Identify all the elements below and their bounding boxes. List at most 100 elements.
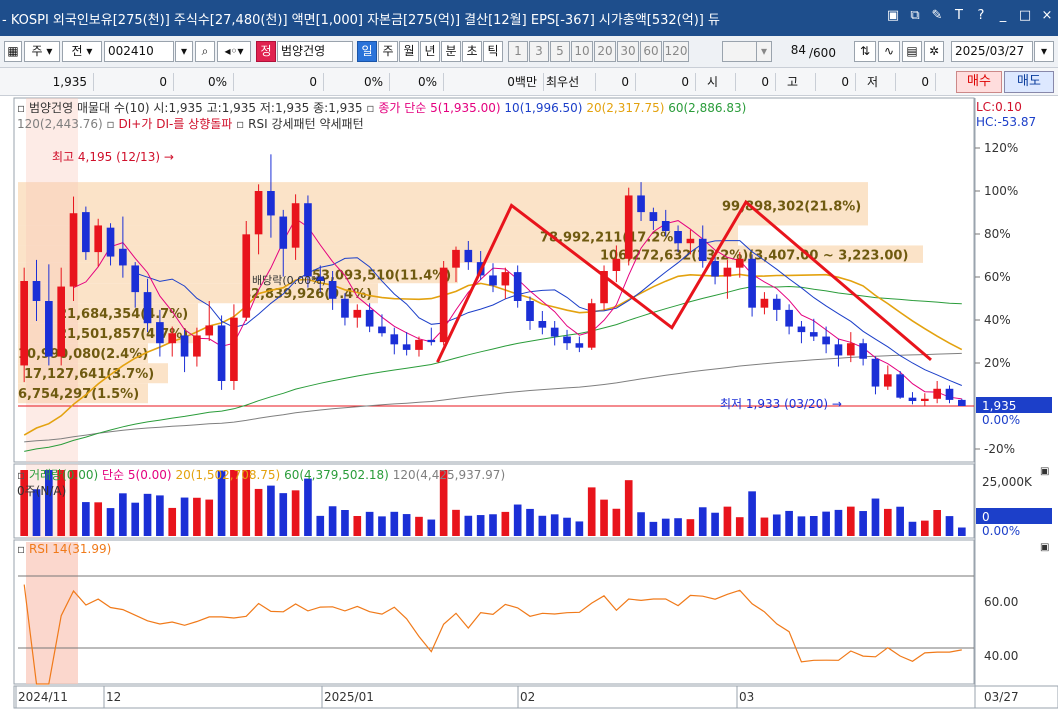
- volume-bar: [291, 490, 300, 536]
- sell-button[interactable]: 매도: [1004, 71, 1054, 93]
- font-icon[interactable]: T: [952, 8, 966, 23]
- prev-select[interactable]: 전 ▾: [62, 41, 102, 62]
- layout-icon[interactable]: ▣: [886, 8, 900, 23]
- period-tab-3[interactable]: 년: [420, 41, 440, 62]
- window-icon[interactable]: ⧉: [908, 8, 922, 23]
- volume-bar: [785, 510, 793, 536]
- candle-body: [834, 344, 843, 356]
- volume-legend: ▫ 거래량(0.00) 단순 5(0.00) 20(1,502,708.75) …: [17, 466, 505, 483]
- panel-close-icon[interactable]: ▣: [1040, 466, 1049, 477]
- volume-bar: [834, 509, 843, 536]
- candle-body: [193, 335, 201, 357]
- draw-icon[interactable]: ∿: [878, 41, 900, 62]
- volume-bar: [390, 511, 399, 536]
- volume-bar: [464, 515, 473, 536]
- volume-bar: [513, 504, 522, 536]
- search-icon[interactable]: ⌕: [195, 41, 215, 62]
- interval-tab-3[interactable]: 10: [571, 41, 593, 62]
- legend-marker: ▫: [236, 117, 245, 131]
- signal-di-legend: DI+가 DI-를 상향돌파: [118, 117, 233, 131]
- interval-tab-2[interactable]: 5: [550, 41, 570, 62]
- candle-body: [254, 191, 263, 235]
- candle-body: [94, 225, 103, 253]
- interval-tab-0[interactable]: 1: [508, 41, 528, 62]
- mode-select[interactable]: 주 ▾: [24, 41, 60, 62]
- date-label: 12: [106, 690, 121, 704]
- panel-close-icon[interactable]: ▣: [1040, 542, 1049, 553]
- volume-bar: [82, 502, 90, 536]
- volume-bar: [131, 502, 140, 536]
- candle-body: [785, 309, 793, 327]
- rsi-axis-tick: 40.00: [984, 649, 1018, 663]
- period-tab-0[interactable]: 일: [357, 41, 377, 62]
- candle-body: [57, 286, 66, 357]
- interval-tab-5[interactable]: 30: [617, 41, 639, 62]
- candle-body: [341, 298, 349, 318]
- high-value: 0: [816, 73, 856, 91]
- close-icon[interactable]: ×: [1040, 8, 1054, 23]
- open-value: 0: [736, 73, 776, 91]
- volume-unit: 0주(N/A): [17, 484, 67, 498]
- indicator-icon[interactable]: ⇅: [854, 41, 876, 62]
- volume-bar: [304, 478, 312, 536]
- stock-name[interactable]: 범양건영: [277, 41, 353, 62]
- chart-area[interactable]: 99,898,302(21.8%) 78,992,211(17.2%) 106,27…: [0, 96, 1058, 713]
- candle-body: [637, 195, 645, 213]
- period-tab-5[interactable]: 초: [462, 41, 482, 62]
- candle-body: [698, 238, 707, 261]
- period-tab-6[interactable]: 틱: [483, 41, 503, 62]
- period-tab-2[interactable]: 월: [399, 41, 419, 62]
- save-icon[interactable]: ▤: [902, 41, 922, 62]
- interval-tab-4[interactable]: 20: [594, 41, 616, 62]
- candle-body: [427, 339, 436, 343]
- pct-2: 0%: [390, 73, 444, 91]
- sound-icon[interactable]: ◂◦▾: [217, 41, 251, 62]
- dividend-annotation: 배당락(0.00%): [252, 274, 326, 287]
- stock-code-input[interactable]: 002410: [104, 41, 174, 62]
- volume-bar: [624, 480, 633, 536]
- volume-current-pct: 0.00%: [982, 524, 1020, 538]
- candle-body: [883, 374, 892, 387]
- calendar-icon[interactable]: ▾: [1034, 41, 1054, 62]
- stock-chart[interactable]: 99,898,302(21.8%)78,992,211(17.2%)106,27…: [0, 96, 1058, 713]
- candle-body: [896, 374, 904, 398]
- period-tab-4[interactable]: 분: [441, 41, 461, 62]
- minimize-icon[interactable]: _: [996, 8, 1010, 23]
- date-input[interactable]: 2025/03/27: [951, 41, 1033, 62]
- price-axis-tick: -20%: [984, 442, 1015, 456]
- volume-bar: [501, 511, 510, 536]
- buy-button[interactable]: 매수: [956, 71, 1002, 93]
- candle-body: [131, 265, 140, 293]
- candle-body: [217, 325, 226, 381]
- candle-body: [304, 203, 312, 277]
- candle-body: [106, 227, 115, 257]
- interval-tab-1[interactable]: 3: [529, 41, 549, 62]
- rsi-legend: ▫ RSI 14(31.99): [17, 542, 111, 556]
- help-icon[interactable]: ?: [974, 8, 988, 23]
- spin-icon[interactable]: ▾: [756, 41, 772, 62]
- legend-marker: ▫: [17, 101, 26, 115]
- candle-body: [69, 213, 78, 287]
- current-price-tag-text: 1,935: [982, 399, 1016, 413]
- maximize-icon[interactable]: □: [1018, 8, 1032, 23]
- dropdown-icon[interactable]: ▾: [175, 41, 193, 62]
- count-value[interactable]: 84: [775, 41, 809, 62]
- candle-body: [550, 327, 559, 337]
- volume-bar: [859, 511, 867, 536]
- volume-bar: [600, 499, 608, 536]
- interval-tab-6[interactable]: 60: [640, 41, 662, 62]
- hc-label: HC:-53.87: [976, 115, 1037, 129]
- profile-label: 21,684,354(4.7%): [58, 307, 188, 322]
- candle-body: [378, 326, 386, 334]
- grid-icon[interactable]: ▦: [4, 41, 22, 62]
- period-tab-1[interactable]: 주: [378, 41, 398, 62]
- volume: 0: [234, 73, 324, 91]
- candle-body: [267, 191, 275, 216]
- tool-icon[interactable]: ✎: [930, 8, 944, 23]
- gear-icon[interactable]: ✲: [924, 41, 944, 62]
- volume-title: 거래량(0.00): [28, 468, 99, 482]
- ma20-legend: 20(2,317.75): [586, 101, 665, 115]
- price-legend-main: 범양건영 매물대 수(10) 시:1,935 고:1,935 저:1,935 종…: [28, 101, 363, 115]
- interval-tab-7[interactable]: 120: [663, 41, 689, 62]
- candle-body: [735, 258, 744, 268]
